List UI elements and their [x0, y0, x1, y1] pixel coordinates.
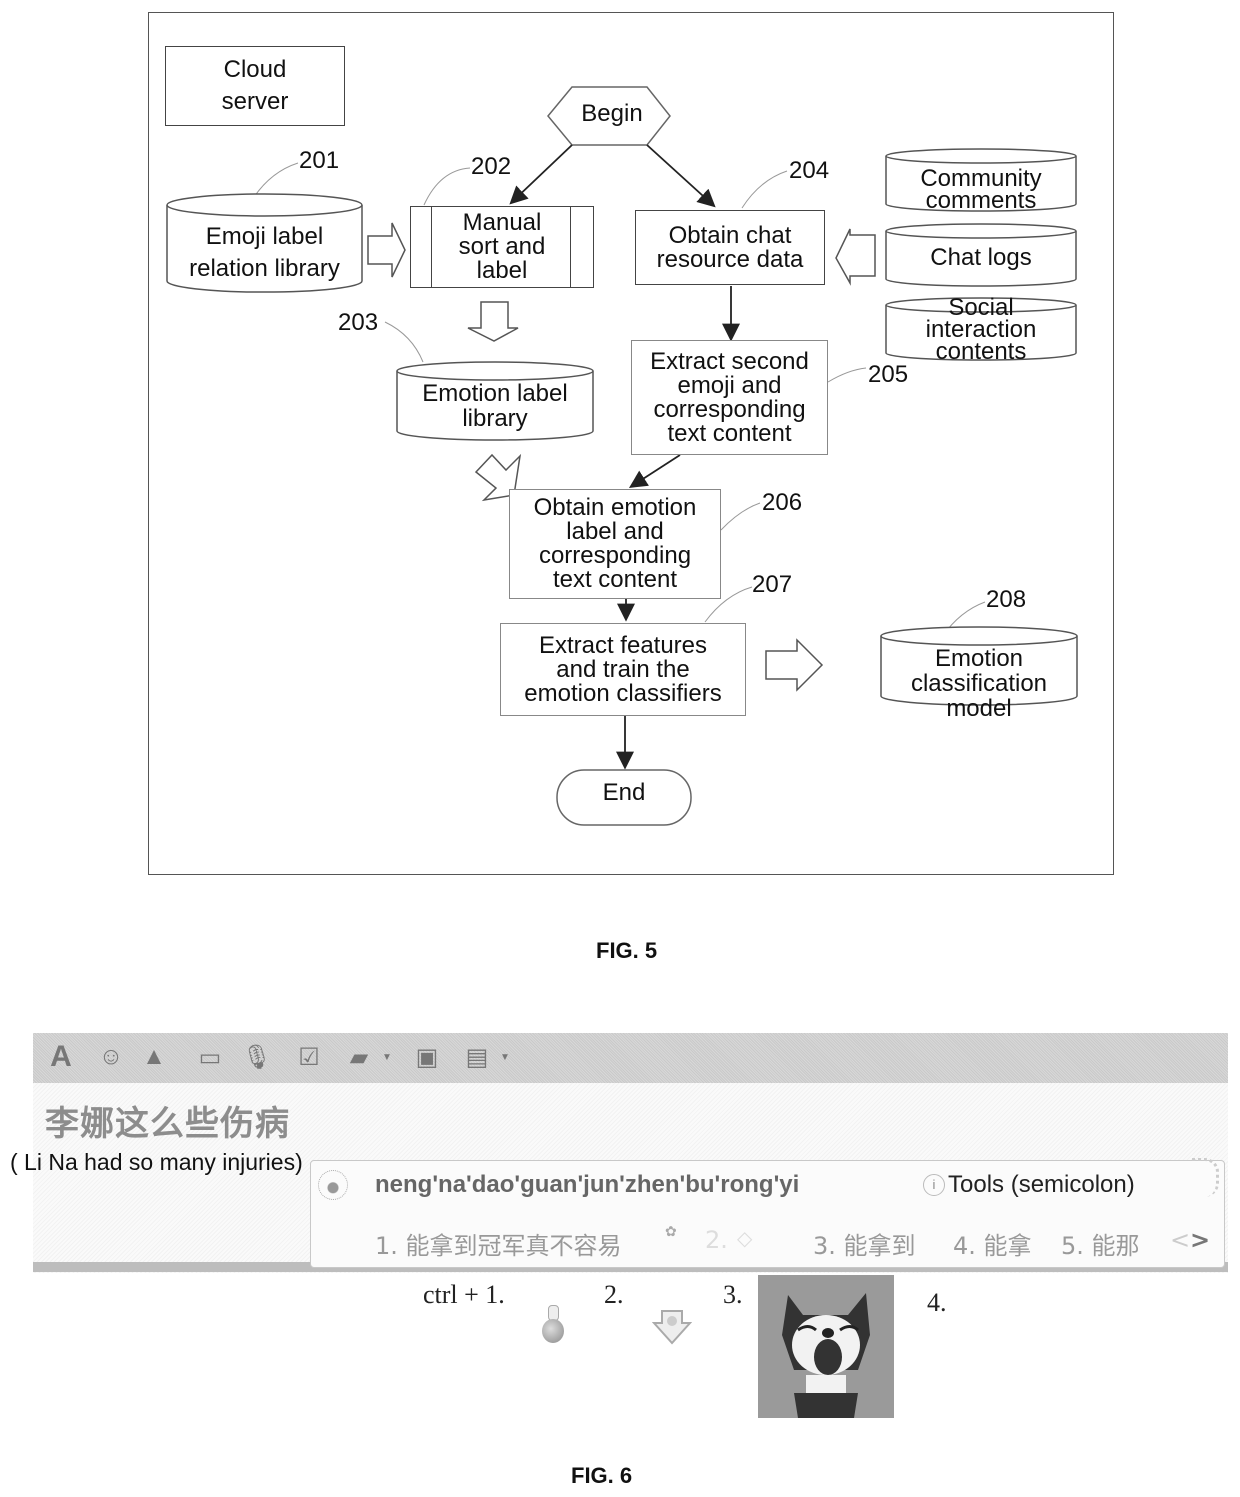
source-3-line-3: contents	[935, 338, 1027, 365]
node-206-line-4: text content	[552, 566, 678, 593]
node-204-line-1: Obtain chat	[668, 221, 792, 249]
node-205-line-4: text content	[667, 419, 792, 447]
trophy-emoji-icon[interactable]	[651, 1307, 693, 1347]
emoji-candidate-4-label: 4.	[927, 1288, 947, 1317]
node-201-line-1: Emoji label	[205, 223, 324, 250]
node-206-line-2: label and	[566, 518, 664, 545]
candidate-1[interactable]: 1. 能拿到冠军真不容易	[375, 1226, 622, 1261]
chat-message-translation: ( Li Na had so many injuries)	[10, 1149, 303, 1175]
candidate-5[interactable]: 5. 能那	[1061, 1226, 1140, 1261]
fig6-caption: FIG. 6	[571, 1463, 633, 1488]
candidate-2[interactable]: 2.	[705, 1226, 728, 1254]
node-208-line-3: model	[946, 695, 1012, 722]
node-202-line-2: sort and	[458, 233, 546, 260]
emoji-candidate-1-label: ctrl + 1.	[423, 1280, 505, 1309]
node-204-line-2: resource data	[656, 245, 804, 273]
ref-205: 205	[868, 361, 909, 388]
ime-skin-icon[interactable]	[1192, 1158, 1219, 1197]
node-203-emotion-label-library: Emotion label library	[396, 361, 594, 441]
ime-logo-icon	[318, 1170, 348, 1200]
node-206-line-1: Obtain emotion	[533, 494, 697, 521]
source-2-line-1: Chat logs	[930, 244, 1032, 271]
legend-line-1: Cloud	[223, 56, 287, 83]
node-208-emotion-classification-model: Emotion classification model	[880, 626, 1078, 721]
source-chat-logs: Chat logs	[885, 223, 1077, 287]
candidate-2-emoji-icon: ◇	[737, 1226, 753, 1250]
node-206-obtain-emotion-label: Obtain emotion label and corresponding t…	[509, 489, 721, 599]
emoji-candidate-2-label: 2.	[604, 1280, 624, 1309]
node-203-line-1: Emotion label	[422, 380, 568, 407]
node-202-line-1: Manual	[462, 209, 542, 236]
voice-icon[interactable]: 🎙︎	[242, 1043, 272, 1071]
image-icon[interactable]: ▰	[345, 1043, 373, 1071]
node-204-obtain-chat-resource-data: Obtain chat resource data	[635, 210, 825, 285]
end-label: End	[602, 779, 646, 806]
ref-207: 207	[752, 571, 793, 598]
node-205-extract-second-emoji: Extract second emoji and corresponding t…	[631, 340, 828, 455]
ime-pinyin-input[interactable]: neng'na'dao'guan'jun'zhen'bu'rong'yi	[375, 1171, 799, 1199]
page-prev-button[interactable]: <	[1170, 1226, 1190, 1254]
chat-toolbar: A ☺ ▲ ▭ 🎙︎ ☑ ▰ ▼ ▣ ▤ ▼	[33, 1033, 1228, 1083]
tools-icon[interactable]: i	[923, 1174, 945, 1196]
node-207-line-2: and train the	[556, 655, 690, 683]
node-202-manual-sort-and-label: Manual sort and label	[410, 206, 594, 288]
ref-204: 204	[789, 157, 830, 184]
emoticon-icon[interactable]: ☺	[97, 1043, 125, 1071]
legend-line-2: server	[221, 88, 289, 115]
emoji-candidate-3-label: 3.	[723, 1280, 743, 1309]
shake-icon[interactable]: ▲	[140, 1043, 168, 1071]
node-207-line-3: emotion classifiers	[524, 679, 722, 707]
ref-206: 206	[762, 489, 803, 516]
node-208-line-2: classification	[910, 670, 1048, 697]
node-205-line-3: corresponding	[653, 395, 806, 423]
node-201-line-2: relation library	[189, 255, 340, 282]
ref-201: 201	[299, 147, 340, 174]
gourd-emoji-icon[interactable]	[541, 1305, 565, 1345]
cloud-server-legend: Cloud server	[165, 46, 345, 126]
source-1-line-2: comments	[925, 187, 1037, 214]
node-203-line-2: library	[462, 405, 528, 432]
screenshot-icon[interactable]: ▭	[196, 1043, 224, 1071]
node-205-line-1: Extract second	[650, 347, 809, 375]
node-206-line-3: corresponding	[538, 542, 692, 569]
source-community-comments: Community comments	[885, 148, 1077, 214]
node-208-line-1: Emotion	[934, 645, 1024, 672]
page-next-button[interactable]: >	[1190, 1226, 1210, 1254]
source-social-interaction-contents: Social interaction contents	[885, 296, 1077, 365]
ime-tools-button[interactable]: Tools (semicolon)	[948, 1171, 1135, 1199]
history-icon[interactable]: ▤	[463, 1043, 491, 1071]
candidate-1-emoji-marker-icon: ✿	[665, 1224, 677, 1240]
node-205-line-2: emoji and	[677, 371, 782, 399]
ref-208: 208	[986, 586, 1027, 613]
candidate-3[interactable]: 3. 能拿到	[813, 1226, 916, 1261]
node-201-emoji-label-relation-library: Emoji label relation library	[166, 193, 363, 293]
card-icon[interactable]: ▣	[413, 1043, 441, 1071]
fig5-caption: FIG. 5	[596, 938, 658, 963]
laughing-cat-sticker[interactable]	[758, 1275, 894, 1418]
candidate-4[interactable]: 4. 能拿	[953, 1226, 1032, 1261]
node-207-extract-features-train: Extract features and train the emotion c…	[500, 623, 746, 716]
node-207-line-1: Extract features	[538, 631, 708, 659]
node-202-line-3: label	[476, 257, 528, 284]
history-dropdown-icon[interactable]: ▼	[491, 1043, 519, 1071]
checklist-icon[interactable]: ☑	[295, 1043, 323, 1071]
chat-message-text: 李娜这么些伤病	[45, 1104, 290, 1144]
ref-202: 202	[471, 153, 512, 180]
begin-label: Begin	[581, 100, 643, 127]
ref-203: 203	[338, 309, 379, 336]
font-icon[interactable]: A	[47, 1040, 75, 1073]
image-dropdown-icon[interactable]: ▼	[373, 1043, 401, 1071]
